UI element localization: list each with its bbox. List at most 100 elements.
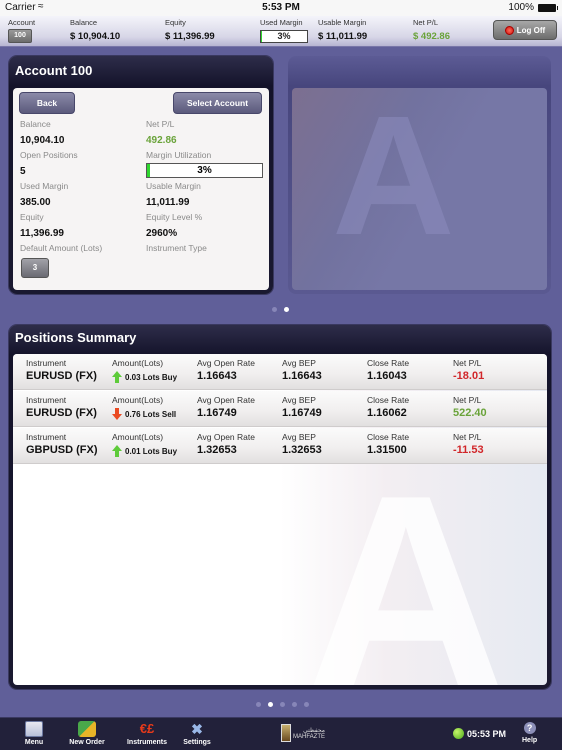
position-instrument-value: EURUSD (FX): [26, 407, 97, 419]
position-amount-value: 0.01 Lots Buy: [125, 446, 178, 456]
position-header-instrument: Instrument: [26, 395, 67, 405]
position-header-avg-bep: Avg BEP: [282, 358, 316, 368]
header-account: Account 100: [8, 18, 35, 43]
bottom-toolbar: Menu New Order €£ Instruments ✖ Settings…: [0, 717, 562, 750]
position-amount-value: 0.03 Lots Buy: [125, 372, 178, 382]
header-usable-margin-label: Usable Margin: [318, 18, 367, 27]
position-header-instrument: Instrument: [26, 432, 67, 442]
instrument-type-label: Instrument Type: [146, 243, 207, 253]
toolbar-instruments[interactable]: €£ Instruments: [124, 721, 170, 746]
position-cell-instrument: Instrument EURUSD (FX): [26, 358, 97, 382]
position-cell-avg-open: Avg Open Rate 1.32653: [197, 432, 255, 456]
log-off-button[interactable]: Log Off: [493, 20, 557, 40]
position-row[interactable]: Instrument EURUSD (FX) Amount(Lots) 0.76 Lo…: [13, 391, 547, 427]
position-net-pl-value: -18.01: [453, 370, 485, 382]
battery-percent: 100%: [508, 2, 534, 13]
position-header-net-pl: Net P/L: [453, 432, 482, 442]
default-amount-label: Default Amount (Lots): [20, 243, 103, 253]
position-cell-net-pl: Net P/L -18.01: [453, 358, 484, 382]
instruments-icon: €£: [139, 721, 155, 736]
back-button[interactable]: Back: [19, 92, 75, 114]
header-net-pl-value: $ 492.86: [413, 31, 450, 42]
usable-margin-value: 11,011.99: [146, 197, 190, 208]
watermark-logo: A: [332, 88, 455, 271]
balance-label: Balance: [20, 119, 51, 129]
position-avg-open-value: 1.16749: [197, 407, 237, 419]
account-panel: Account 100 Back Select Account Balance …: [9, 56, 273, 294]
open-positions-value: 5: [20, 166, 26, 177]
select-account-button[interactable]: Select Account: [173, 92, 262, 114]
toolbar-settings[interactable]: ✖ Settings: [181, 721, 213, 746]
margin-utilization-label: Margin Utilization: [146, 150, 212, 160]
top-page-dot[interactable]: [284, 307, 289, 312]
equity-label: Equity: [20, 212, 44, 222]
position-header-net-pl: Net P/L: [453, 395, 482, 405]
bottom-page-dot[interactable]: [292, 702, 297, 707]
account-number-button[interactable]: 100: [8, 29, 32, 43]
position-cell-avg-bep: Avg BEP 1.16749: [282, 395, 322, 419]
open-positions-label: Open Positions: [20, 150, 78, 160]
position-cell-close-rate: Close Rate 1.31500: [367, 432, 409, 456]
position-cell-avg-bep: Avg BEP 1.16643: [282, 358, 322, 382]
position-row[interactable]: Instrument GBPUSD (FX) Amount(Lots) 0.01 Lo…: [13, 428, 547, 464]
position-cell-instrument: Instrument GBPUSD (FX): [26, 432, 98, 456]
position-amount: 0.03 Lots Buy: [112, 371, 177, 383]
brand-text-group: محفظتي MAHFAZTE: [293, 727, 325, 740]
top-page-dot[interactable]: [272, 307, 277, 312]
margin-utilization-value: 3%: [197, 165, 212, 176]
net-pl-value: 492.86: [146, 135, 177, 146]
bottom-page-dot[interactable]: [304, 702, 309, 707]
header-margin-bar: 3%: [260, 30, 308, 43]
position-amount: 0.76 Lots Sell: [112, 408, 176, 420]
bottom-page-indicator[interactable]: [256, 702, 309, 707]
header-balance-value: $ 10,904.10: [70, 31, 121, 42]
position-row[interactable]: Instrument EURUSD (FX) Amount(Lots) 0.03 Lo…: [13, 354, 547, 390]
top-page-indicator[interactable]: [272, 307, 289, 312]
header-usable-margin: Usable Margin $ 11,011.99: [318, 18, 367, 42]
toolbar-settings-label: Settings: [183, 739, 211, 746]
clock-time: 05:53 PM: [467, 728, 507, 739]
position-header-close-rate: Close Rate: [367, 395, 410, 405]
header-margin-bar-fill: [261, 31, 263, 42]
header-usable-margin-value: $ 11,011.99: [318, 31, 368, 42]
balance-value: 10,904.10: [20, 135, 65, 146]
connection-status-icon: [453, 728, 464, 739]
position-header-instrument: Instrument: [26, 358, 67, 368]
header-net-pl: Net P/L $ 492.86: [413, 18, 450, 42]
position-cell-amount: Amount(Lots) 0.03 Lots Buy: [112, 358, 177, 383]
position-cell-amount: Amount(Lots) 0.76 Lots Sell: [112, 395, 176, 420]
account-summary-header: Account 100 Balance $ 10,904.10 Equity $…: [0, 16, 562, 47]
new-order-icon: [78, 721, 96, 737]
header-used-margin-value: 3%: [277, 31, 291, 41]
bottom-page-dot[interactable]: [280, 702, 285, 707]
toolbar-menu-label: Menu: [24, 739, 44, 746]
position-cell-close-rate: Close Rate 1.16043: [367, 358, 409, 382]
position-cell-amount: Amount(Lots) 0.01 Lots Buy: [112, 432, 177, 457]
toolbar-menu[interactable]: Menu: [22, 721, 46, 746]
positions-list: A Instrument EURUSD (FX) Amount(Lots) 0.03 …: [13, 354, 547, 685]
header-used-margin-label: Used Margin: [260, 18, 303, 27]
position-net-pl-value: 522.40: [453, 407, 487, 419]
header-equity-value: $ 11,396.99: [165, 31, 215, 42]
toolbar-help[interactable]: ? Help: [522, 722, 537, 744]
bottom-page-dot[interactable]: [256, 702, 261, 707]
header-balance: Balance $ 10,904.10: [70, 18, 120, 42]
equity-level-value: 2960%: [146, 228, 178, 239]
account-panel-title: Account 100: [15, 63, 93, 78]
position-instrument-value: EURUSD (FX): [26, 370, 97, 382]
usable-margin-label: Usable Margin: [146, 181, 201, 191]
position-cell-close-rate: Close Rate 1.16062: [367, 395, 409, 419]
position-header-avg-open: Avg Open Rate: [197, 395, 255, 405]
position-amount: 0.01 Lots Buy: [112, 445, 177, 457]
default-amount-button[interactable]: 3: [21, 258, 49, 278]
position-header-avg-open: Avg Open Rate: [197, 432, 255, 442]
position-instrument-value: GBPUSD (FX): [26, 444, 98, 456]
toolbar-new-order[interactable]: New Order: [66, 721, 108, 746]
position-avg-bep-value: 1.16643: [282, 370, 322, 382]
arrow-up-icon: [112, 445, 122, 457]
bottom-page-dot[interactable]: [268, 702, 273, 707]
account-panel-body: Back Select Account Balance 10,904.10 Ne…: [13, 88, 269, 290]
positions-summary-title: Positions Summary: [15, 330, 137, 345]
position-cell-avg-open: Avg Open Rate 1.16643: [197, 358, 255, 382]
brand-logo: محفظتي MAHFAZTE: [281, 724, 325, 742]
